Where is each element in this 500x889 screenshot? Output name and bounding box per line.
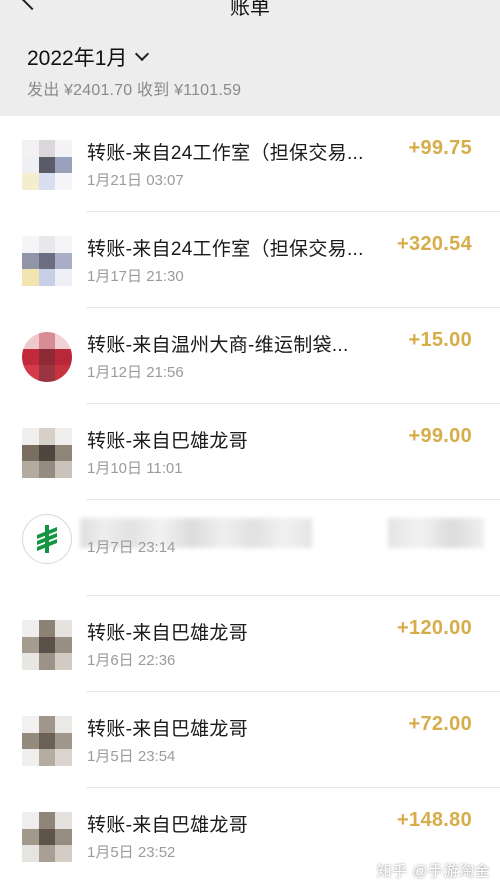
avatar: [22, 716, 72, 766]
transaction-row[interactable]: 转账-来自温州大商-维运制袋... 1月12日 21:56 +15.00: [0, 308, 500, 404]
watermark: 知乎 @手游淘金: [376, 863, 490, 880]
transaction-amount: +320.54: [397, 233, 472, 255]
avatar: [22, 236, 72, 286]
transaction-time: 1月21日 03:07: [87, 172, 184, 189]
transaction-amount: +15.00: [408, 329, 472, 351]
china-post-icon: [22, 514, 72, 564]
transaction-name: 转账-来自24工作室（担保交易...: [87, 239, 364, 260]
page-title: 账单: [230, 0, 270, 19]
transaction-time: 1月5日 23:52: [87, 844, 176, 861]
transaction-row[interactable]: 转账-来自巴雄龙哥 1月10日 11:01 +99.00: [0, 404, 500, 500]
transaction-row[interactable]: 转账-来自巴雄龙哥 1月6日 22:36 +120.00: [0, 596, 500, 692]
transaction-time: 1月5日 23:54: [87, 748, 176, 765]
avatar: [22, 140, 72, 190]
transaction-amount: +120.00: [397, 617, 472, 639]
month-label: 2022年1月: [27, 47, 128, 70]
transaction-name: 转账-来自24工作室（担保交易...: [87, 143, 364, 164]
transaction-amount: +72.00: [408, 713, 472, 735]
transaction-amount: +99.75: [408, 137, 472, 159]
transaction-name: 转账-来自巴雄龙哥: [87, 623, 249, 644]
avatar: [22, 620, 72, 670]
transaction-time: 1月6日 22:36: [87, 652, 176, 669]
month-summary: 发出 ¥2401.70 收到 ¥1101.59: [27, 82, 242, 99]
avatar: [22, 812, 72, 862]
transaction-amount: +148.80: [397, 809, 472, 831]
month-selector[interactable]: 2022年1月: [27, 42, 150, 72]
top-bar: 账单: [0, 0, 500, 22]
avatar: [22, 332, 72, 382]
blurred-amount: [388, 518, 484, 548]
month-header: 2022年1月 发出 ¥2401.70 收到 ¥1101.59: [0, 22, 500, 116]
transaction-time: 1月12日 21:56: [87, 364, 184, 381]
transaction-row[interactable]: 转账-来自24工作室（担保交易... 1月17日 21:30 +320.54: [0, 212, 500, 308]
transaction-name: 转账-来自巴雄龙哥: [87, 719, 249, 740]
avatar: [22, 428, 72, 478]
chevron-down-icon: [135, 46, 150, 62]
transaction-time: 1月17日 21:30: [87, 268, 184, 285]
transaction-row[interactable]: 转账-来自24工作室（担保交易... 1月21日 03:07 +99.75: [0, 116, 500, 212]
transaction-list: 转账-来自24工作室（担保交易... 1月21日 03:07 +99.75 转账…: [0, 116, 500, 884]
transaction-row[interactable]: 转账-来自巴雄龙哥 1月5日 23:54 +72.00: [0, 692, 500, 788]
transaction-amount: +99.00: [408, 425, 472, 447]
transaction-name: 转账-来自巴雄龙哥: [87, 815, 249, 836]
transaction-name: 转账-来自温州大商-维运制袋...: [87, 335, 349, 356]
transaction-name: 转账-来自巴雄龙哥: [87, 431, 249, 452]
transaction-row[interactable]: 1月7日 23:14: [0, 500, 500, 596]
transaction-time: 1月7日 23:14: [87, 539, 176, 556]
transaction-time: 1月10日 11:01: [87, 460, 183, 477]
